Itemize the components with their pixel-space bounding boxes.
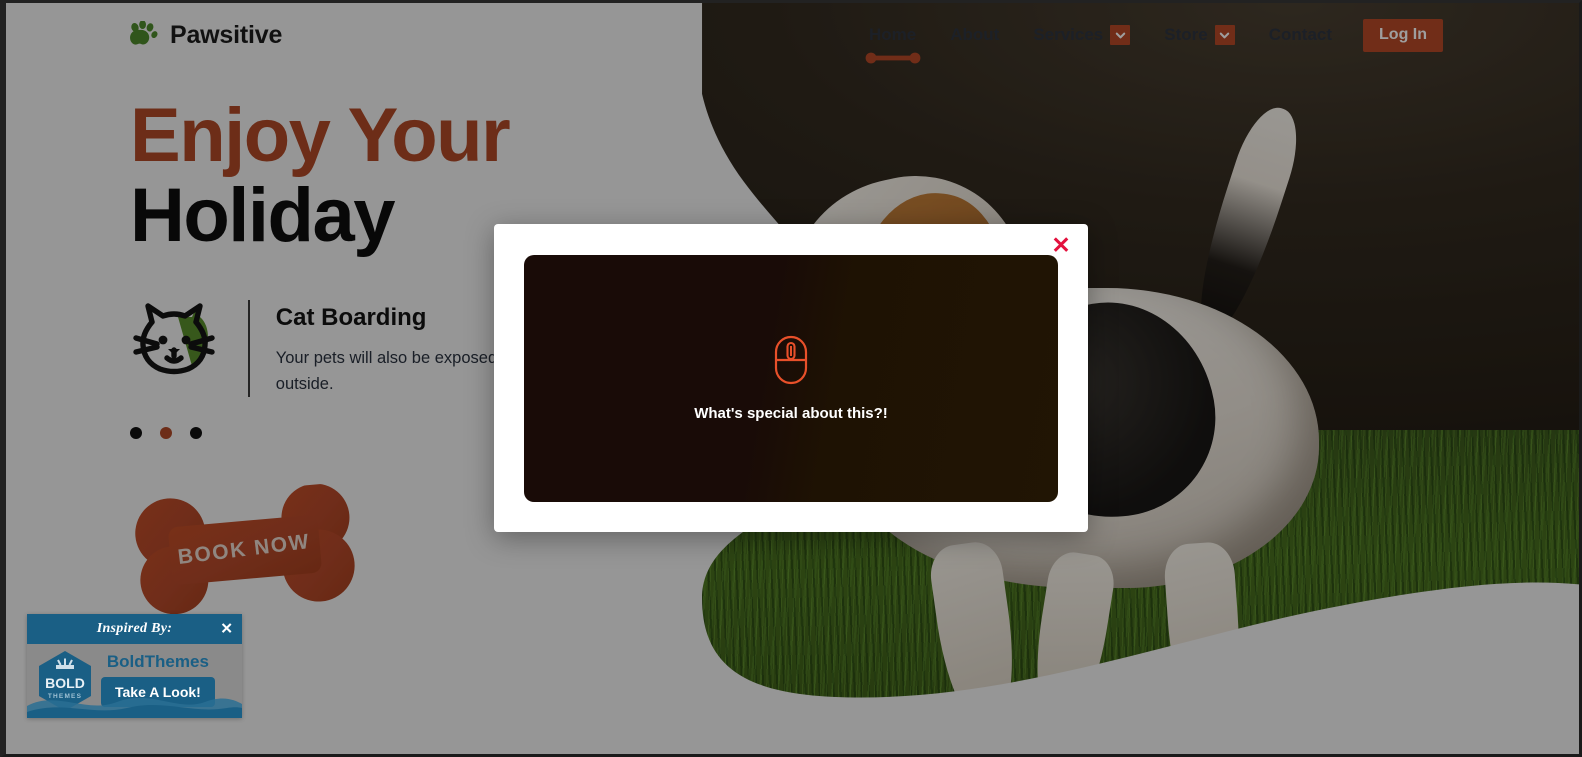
modal-caption: What's special about this?! (694, 405, 888, 422)
close-icon[interactable]: ✕ (1048, 232, 1074, 258)
badge-body: BOLD THEMES BoldThemes Take A Look! (27, 644, 242, 718)
badge-header: Inspired By: ✕ (27, 614, 242, 644)
badge-title: Inspired By: (96, 621, 173, 636)
boldthemes-badge: Inspired By: ✕ BOLD THEMES BoldThemes Ta… (27, 614, 242, 718)
wave-decoration (27, 697, 242, 718)
page-root: Pawsitive Home About Services Store Cont… (0, 0, 1582, 757)
boldthemes-name: BoldThemes (106, 651, 209, 671)
computer-mouse-icon (774, 335, 808, 385)
video-modal: ✕ What's special about this?! (494, 224, 1088, 532)
badge-close-icon[interactable]: ✕ (220, 622, 233, 637)
modal-media-panel[interactable]: What's special about this?! (524, 255, 1058, 502)
